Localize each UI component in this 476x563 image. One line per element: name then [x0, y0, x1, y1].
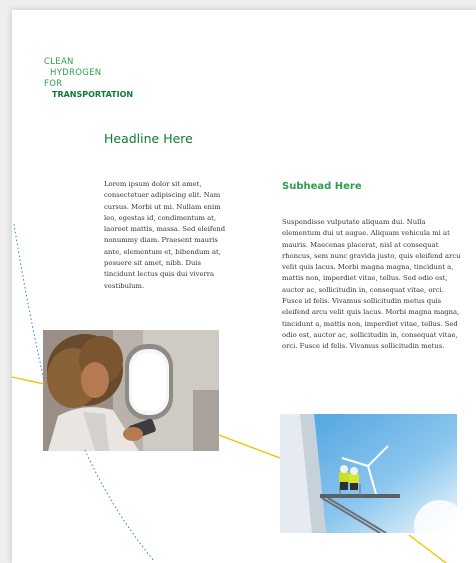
document-page: CLEAN HYDROGEN FOR TRANSPORTATION Headli…: [12, 10, 476, 563]
logo-line-2: HYDROGEN: [50, 68, 102, 78]
body-text-left: Lorem ipsum dolor sit amet, consectetuer…: [104, 180, 226, 290]
airplane-passenger-photo: [43, 330, 219, 451]
body-text-right: Suspendisse vulputate aliquam dui. Nulla…: [282, 218, 461, 351]
logo-line-1: CLEAN: [44, 57, 74, 67]
logo-line-4: TRANSPORTATION: [52, 90, 134, 99]
subhead: Subhead Here: [282, 181, 362, 192]
logo-line-3: FOR: [44, 79, 63, 89]
wind-turbine-workers-photo: [280, 414, 457, 533]
headline: Headline Here: [104, 131, 193, 146]
